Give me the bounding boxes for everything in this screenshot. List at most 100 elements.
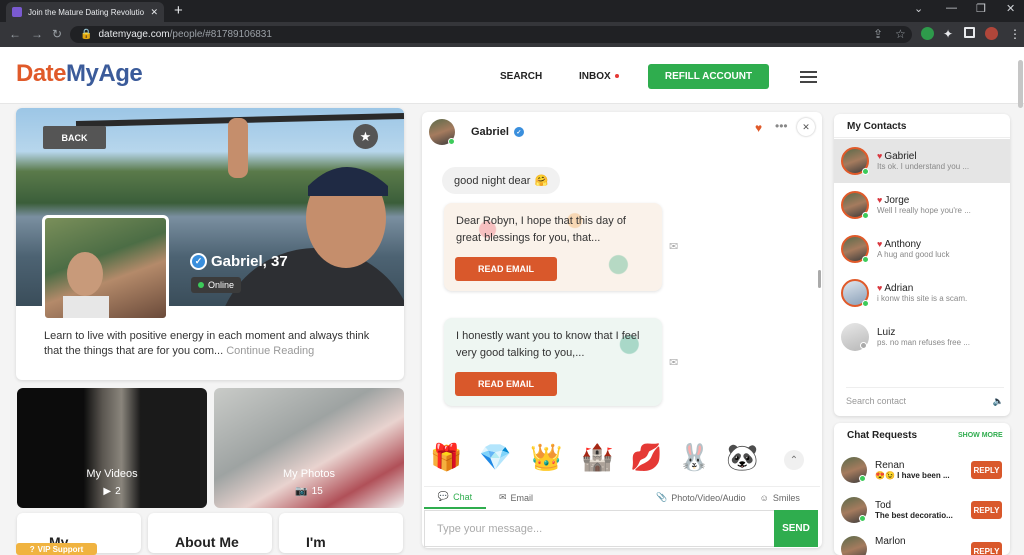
my-photos-tile[interactable]: My Photos 📷 15: [214, 388, 404, 508]
read-email-button[interactable]: READ EMAIL: [455, 372, 557, 396]
smile-emoji-icon: 🤗: [534, 175, 549, 187]
message-input[interactable]: Type your message...: [424, 510, 774, 547]
chevron-up-icon[interactable]: ⌃: [784, 450, 804, 470]
reply-button[interactable]: REPLY: [971, 461, 1002, 479]
extensions-puzzle-icon[interactable]: ✦: [943, 27, 953, 41]
tab-title: Join the Mature Dating Revolutio: [28, 7, 145, 17]
video-icon: ▶: [103, 486, 112, 497]
address-bar[interactable]: 🔒 datemyage.com/people/#81789106831: [70, 26, 912, 43]
profile-avatar[interactable]: [985, 27, 998, 40]
avatar: [841, 497, 867, 523]
extension-icon[interactable]: [921, 27, 934, 40]
reply-button[interactable]: REPLY: [971, 542, 1002, 555]
profile-thumbnail[interactable]: [42, 215, 169, 321]
more-options-icon[interactable]: •••: [775, 119, 788, 133]
send-button[interactable]: SEND: [774, 510, 818, 547]
hamburger-menu-icon[interactable]: [800, 71, 817, 83]
tab-smiles[interactable]: ☺ Smiles: [760, 493, 800, 503]
looking-for-card[interactable]: I'm: [279, 513, 403, 553]
smiley-icon: ☺: [759, 492, 769, 503]
request-row[interactable]: Renan 😍😉 I have been ... REPLY: [834, 452, 1010, 488]
site-logo[interactable]: DateMyAge: [16, 60, 143, 88]
crown-sticker-icon[interactable]: 👑: [530, 440, 562, 474]
chat-avatar[interactable]: [429, 119, 455, 145]
heart-icon: ♥: [877, 151, 883, 161]
my-videos-tile[interactable]: My Videos ▶ 2: [17, 388, 207, 508]
back-arrow-icon[interactable]: ←: [9, 27, 21, 41]
site-favicon-icon: [12, 7, 22, 17]
page-scrollbar[interactable]: [1018, 60, 1023, 108]
profile-name: ✓ Gabriel, 37: [190, 253, 288, 270]
bunnies-sticker-icon[interactable]: 🐰: [678, 440, 710, 474]
verified-check-icon: ✓: [513, 127, 524, 137]
chat-scrollbar[interactable]: [818, 270, 821, 288]
offline-dot-icon: [860, 342, 867, 349]
free-gift-sticker-icon[interactable]: 🎁: [430, 440, 462, 474]
online-dot-icon: [198, 282, 204, 288]
lock-icon: 🔒: [80, 29, 93, 40]
online-dot-icon: [859, 475, 866, 482]
continue-reading-link[interactable]: Continue Reading: [226, 345, 314, 357]
side-panel-icon[interactable]: [964, 27, 975, 38]
favorite-heart-icon[interactable]: ♥: [755, 121, 762, 135]
close-window-icon[interactable]: ✕: [1006, 2, 1015, 15]
about-me-card[interactable]: About Me: [148, 513, 272, 553]
request-row[interactable]: Marlon REPLY: [834, 532, 1010, 555]
favorite-star-icon[interactable]: ★: [353, 124, 378, 149]
chat-tabs: 💬 Chat ✉ Email 📎 Photo/Video/Audio ☺ Smiles: [424, 486, 820, 509]
url-path: /people/#81789106831: [169, 29, 272, 40]
close-chat-icon[interactable]: ✕: [797, 118, 815, 136]
contact-row[interactable]: Luiz ps. no man refuses free ...: [834, 315, 1010, 359]
castle-sticker-icon[interactable]: 🏰: [581, 440, 613, 474]
read-email-button[interactable]: READ EMAIL: [455, 257, 557, 281]
close-tab-icon[interactable]: ✕: [150, 7, 158, 18]
minimize-icon[interactable]: —: [946, 2, 957, 14]
tab-email[interactable]: ✉ Email: [486, 492, 546, 503]
reload-icon[interactable]: ↻: [52, 27, 62, 41]
restore-icon[interactable]: ❐: [976, 2, 986, 15]
bookmark-star-icon[interactable]: ☆: [895, 27, 906, 41]
show-more-link[interactable]: SHOW MORE: [958, 432, 1003, 439]
vip-support-button[interactable]: ? VIP Support: [16, 543, 97, 555]
email-preview-text: Dear Robyn, I hope that this day of grea…: [456, 215, 626, 244]
my-contacts-title: My Contacts: [847, 121, 907, 132]
contact-row[interactable]: ♥ Gabriel Its ok. I understand you ...: [834, 139, 1010, 183]
new-tab-icon[interactable]: +: [174, 2, 183, 19]
lips-sticker-icon[interactable]: 💋: [630, 440, 662, 474]
tab-chat[interactable]: 💬 Chat: [424, 487, 486, 509]
contact-row[interactable]: ♥ Adrian i konw this site is a scam.: [834, 271, 1010, 315]
browser-tab[interactable]: Join the Mature Dating Revolutio ✕: [6, 2, 164, 22]
avatar: [841, 323, 869, 351]
contact-row[interactable]: ♥ Anthony A hug and good luck: [834, 227, 1010, 271]
reply-button[interactable]: REPLY: [971, 501, 1002, 519]
share-icon[interactable]: ⇪: [873, 27, 883, 41]
envelope-icon: ✉: [498, 492, 507, 502]
tab-search-icon[interactable]: ⌄: [914, 2, 923, 15]
envelope-icon: ✉: [669, 357, 679, 369]
message-bubble: good night dear 🤗: [442, 167, 561, 194]
online-dot-icon: [862, 256, 869, 263]
nav-inbox[interactable]: INBOX: [579, 71, 619, 82]
search-contact-input[interactable]: Search contact 🔈: [846, 396, 1004, 407]
online-status-badge: Online: [191, 277, 242, 293]
online-dot-icon: [862, 168, 869, 175]
help-icon: ?: [29, 544, 35, 554]
url-host: datemyage.com: [98, 29, 170, 40]
heart-gem-sticker-icon[interactable]: 💎: [479, 440, 511, 474]
forward-arrow-icon[interactable]: →: [31, 27, 43, 41]
speaker-icon[interactable]: 🔈: [993, 396, 1004, 407]
avatar: [841, 235, 869, 263]
request-row[interactable]: Tod The best decoratio... REPLY: [834, 492, 1010, 528]
contact-row[interactable]: ♥ Jorge Well I really hope you're ...: [834, 183, 1010, 227]
avatar: [841, 457, 867, 483]
photos-count: 📷 15: [295, 486, 323, 497]
panda-heart-sticker-icon[interactable]: 🐼: [726, 440, 758, 474]
nav-search[interactable]: SEARCH: [500, 71, 542, 82]
tab-photo-video-audio[interactable]: 📎 Photo/Video/Audio: [656, 492, 746, 503]
divider: [834, 137, 1010, 138]
refill-account-button[interactable]: REFILL ACCOUNT: [648, 64, 769, 89]
chat-contact-name[interactable]: Gabriel ✓: [471, 126, 524, 138]
back-button[interactable]: BACK: [43, 126, 106, 149]
browser-menu-icon[interactable]: ⋮: [1009, 27, 1021, 41]
envelope-icon: ✉: [669, 241, 679, 253]
